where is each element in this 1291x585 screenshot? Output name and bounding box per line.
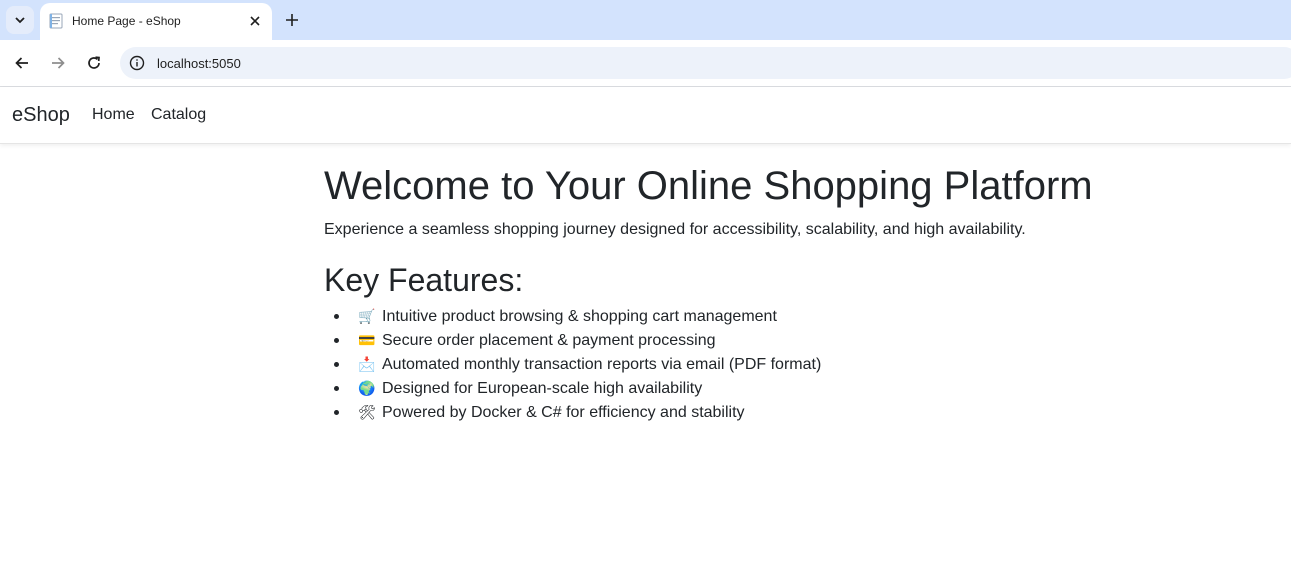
page-title: Welcome to Your Online Shopping Platform <box>324 164 1093 208</box>
tab-strip: Home Page - eShop <box>0 0 1291 40</box>
plus-icon <box>286 14 298 26</box>
main-content: Welcome to Your Online Shopping Platform… <box>324 160 1224 424</box>
shopping-cart-icon: 🛒 <box>358 308 376 324</box>
browser-toolbar: localhost:5050 <box>0 40 1291 87</box>
url-text: localhost:5050 <box>157 56 241 71</box>
arrow-right-icon <box>52 57 65 69</box>
tools-icon: 🛠 <box>358 404 376 420</box>
arrow-left-icon <box>15 57 28 69</box>
envelope-icon: 📩 <box>358 356 376 372</box>
nav-link-catalog[interactable]: Catalog <box>151 106 206 124</box>
feature-text: Secure order placement & payment process… <box>382 332 716 349</box>
tab-search-button[interactable] <box>6 6 34 34</box>
nav-link-home[interactable]: Home <box>92 106 135 124</box>
active-tab[interactable]: Home Page - eShop <box>40 3 272 40</box>
new-tab-button[interactable] <box>281 9 303 31</box>
back-button[interactable] <box>10 51 34 75</box>
credit-card-icon: 💳 <box>358 332 376 348</box>
page-favicon-icon <box>49 13 63 29</box>
feature-text: Intuitive product browsing & shopping ca… <box>382 308 777 325</box>
chevron-down-icon <box>15 17 25 24</box>
address-bar[interactable]: localhost:5050 <box>120 47 1291 79</box>
feature-item: 🛠 Powered by Docker & C# for efficiency a… <box>324 400 1224 424</box>
brand-link[interactable]: eShop <box>12 104 70 127</box>
features-list: 🛒 Intuitive product browsing & shopping c… <box>324 304 1224 424</box>
reload-icon <box>88 56 100 69</box>
site-navbar: eShop Home Catalog <box>0 87 1291 144</box>
page-subtitle: Experience a seamless shopping journey d… <box>324 221 1026 238</box>
feature-item: 🛒 Intuitive product browsing & shopping c… <box>324 304 1224 328</box>
features-heading: Key Features: <box>324 262 524 298</box>
feature-text: Designed for European-scale high availab… <box>382 380 703 397</box>
feature-item: 💳 Secure order placement & payment proces… <box>324 328 1224 352</box>
close-icon <box>250 16 260 26</box>
feature-item: 🌍 Designed for European-scale high availa… <box>324 376 1224 400</box>
feature-item: 📩 Automated monthly transaction reports v… <box>324 352 1224 376</box>
tab-title: Home Page - eShop <box>72 14 181 28</box>
feature-text: Powered by Docker & C# for efficiency an… <box>382 404 745 421</box>
reload-button[interactable] <box>82 51 106 75</box>
site-info-icon[interactable] <box>129 55 145 71</box>
feature-text: Automated monthly transaction reports vi… <box>382 356 822 373</box>
forward-button[interactable] <box>46 51 70 75</box>
globe-icon: 🌍 <box>358 380 376 396</box>
tab-close-button[interactable] <box>246 12 264 30</box>
